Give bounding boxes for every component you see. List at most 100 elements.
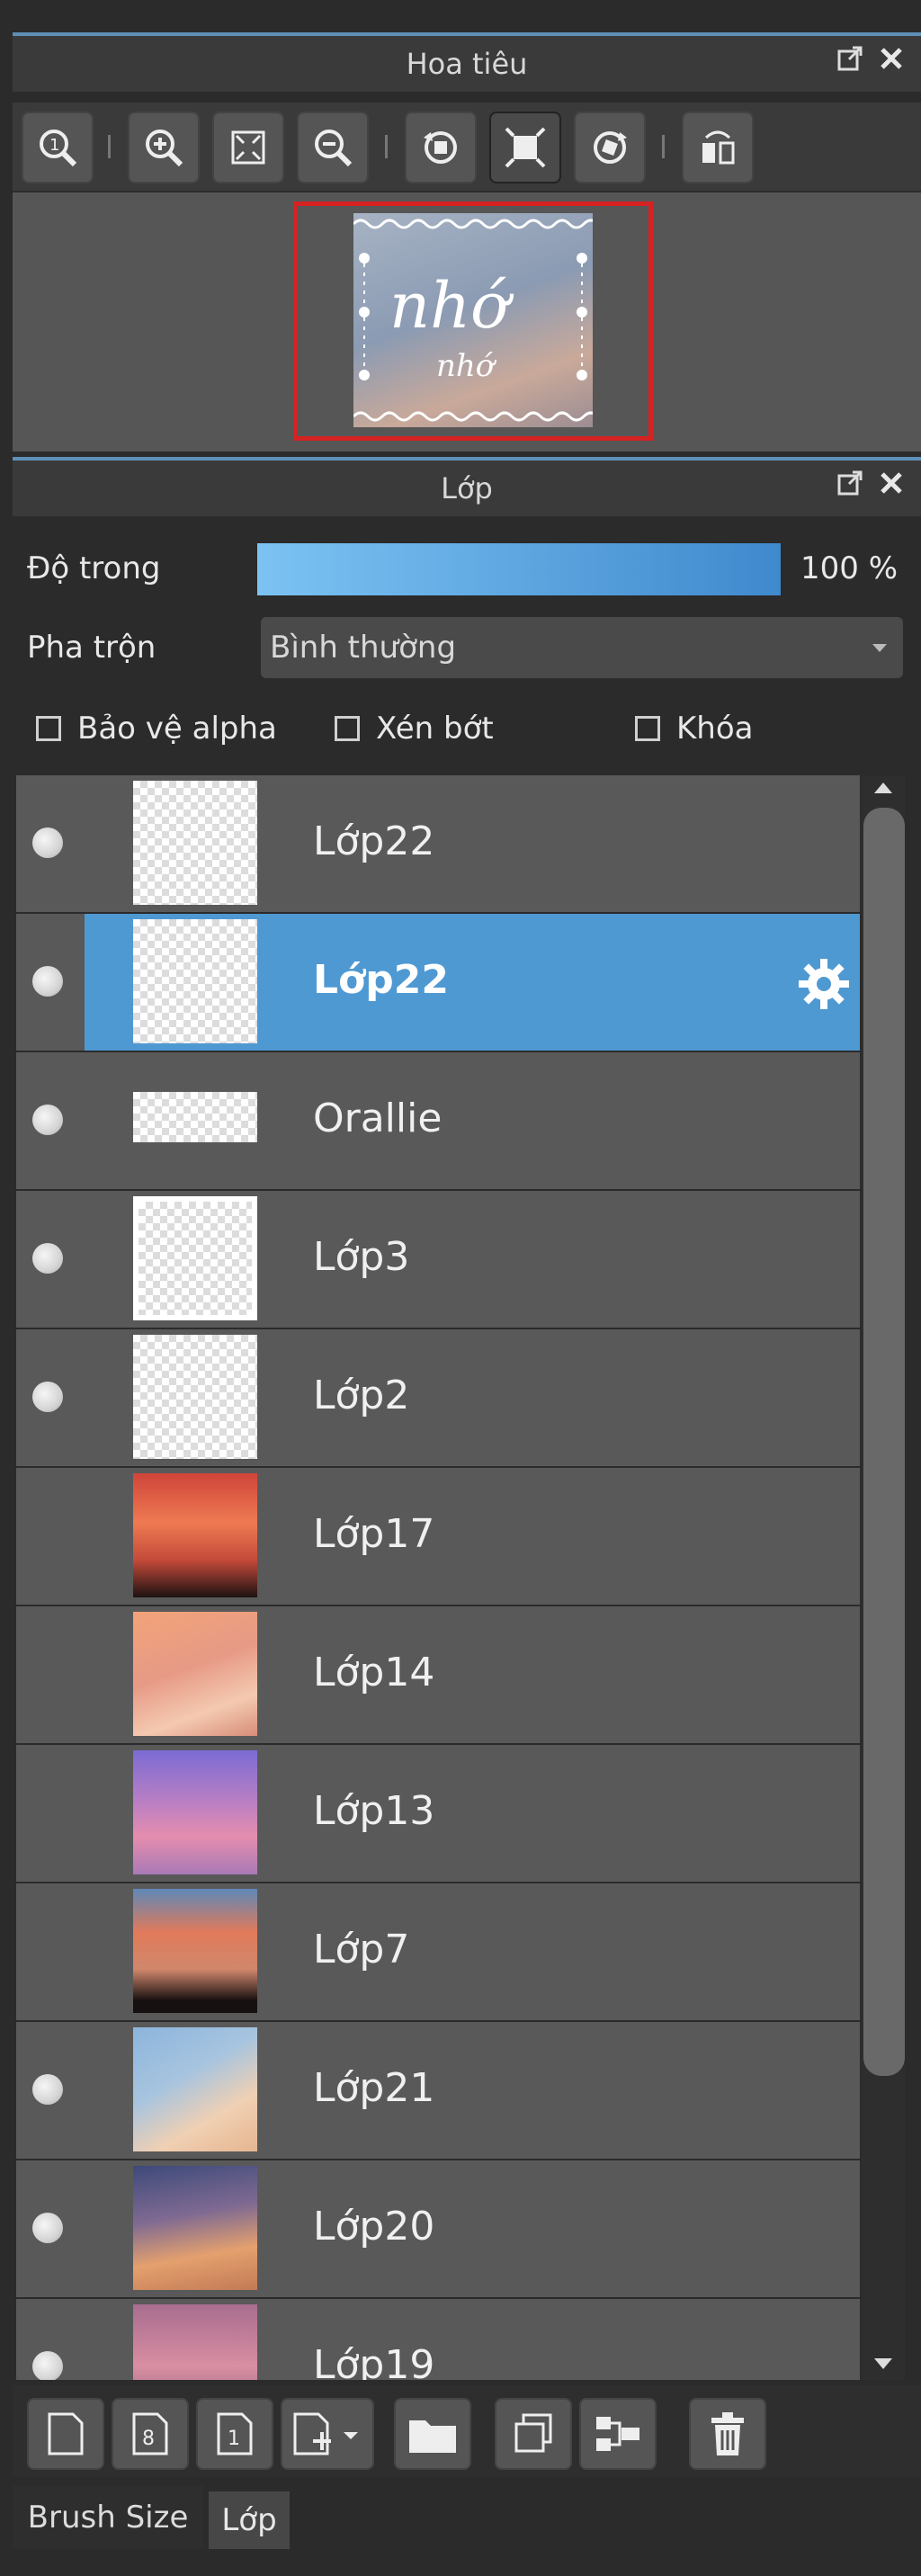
layer-thumbnail (133, 1473, 257, 1597)
tab-label: Brush Size (27, 2500, 189, 2536)
layer-thumbnail (133, 2304, 257, 2380)
layer-row[interactable]: Lớp20 (16, 2160, 860, 2297)
opacity-slider[interactable] (255, 541, 782, 597)
visibility-icon[interactable] (32, 1105, 63, 1135)
duplicate-layer-icon (514, 2413, 552, 2453)
new-folder-icon (409, 2420, 456, 2453)
close-icon[interactable] (878, 45, 905, 72)
layer-name: Orallie (313, 1096, 443, 1141)
new-1bit-layer-button[interactable]: 1 (196, 2398, 273, 2470)
layer-actions-toolbar: 8 1 (13, 2385, 921, 2477)
fit-screen-button[interactable] (212, 112, 284, 183)
layer-row[interactable]: Lớp19 (16, 2299, 860, 2380)
layers-title: Lớp (441, 471, 493, 505)
layer-thumbnail (133, 781, 257, 905)
merge-down-button[interactable] (579, 2398, 657, 2470)
layer-row[interactable]: Lớp7 (16, 1883, 860, 2020)
scroll-up-icon[interactable] (872, 781, 894, 795)
new-layer-icon (48, 2412, 84, 2455)
zoom-actual-button[interactable]: 1 (22, 112, 94, 183)
gear-icon[interactable] (795, 955, 853, 1013)
visibility-icon[interactable] (32, 1382, 63, 1412)
duplicate-layer-button[interactable] (495, 2398, 572, 2470)
preview-text-main: nhớ (389, 269, 509, 343)
navigator-panel-header: Hoa tiêu (13, 32, 921, 92)
popout-icon[interactable] (836, 470, 863, 496)
scroll-down-icon[interactable] (872, 2357, 894, 2371)
new-folder-button[interactable] (394, 2398, 471, 2470)
add-layer-menu-button[interactable] (281, 2398, 374, 2470)
layer-name: Lớp13 (313, 1788, 435, 1834)
visibility-icon[interactable] (32, 1243, 63, 1274)
layer-row[interactable]: Lớp17 (16, 1468, 860, 1605)
layers-panel-header: Lớp (13, 457, 921, 516)
layer-name: Lớp22 (313, 957, 449, 1003)
delete-layer-button[interactable] (689, 2398, 766, 2470)
rotate-left-button[interactable] (405, 112, 477, 183)
protect-alpha-checkbox[interactable]: Bảo vệ alpha (36, 711, 277, 747)
rotate-right-button[interactable] (574, 112, 646, 183)
layer-name: Lớp3 (313, 1234, 410, 1280)
lock-checkbox[interactable]: Khóa (635, 711, 753, 747)
layer-name: Lớp14 (313, 1650, 435, 1695)
blend-mode-value: Bình thường (270, 630, 457, 666)
layer-row[interactable]: Lớp22 (16, 775, 860, 912)
popout-icon[interactable] (836, 45, 863, 72)
layer-list[interactable]: Lớp22 Lớp22 Orallie Lớp3 Lớp2 Lớp17 Lớp1… (16, 775, 860, 2380)
add-layer-menu-icon (293, 2412, 358, 2455)
layer-row[interactable]: Lớp2 (16, 1329, 860, 1466)
zoom-in-button[interactable] (128, 112, 200, 183)
svg-text:1: 1 (49, 136, 59, 155)
layer-name: Lớp22 (313, 818, 435, 864)
clipping-label: Xén bớt (376, 711, 494, 747)
tab-label: Lớp (221, 2502, 277, 2538)
checkbox-box (36, 716, 61, 741)
zoom-out-icon (315, 130, 353, 167)
viewport-frame[interactable]: nhớ nhớ (293, 201, 653, 441)
checkbox-box (635, 716, 660, 741)
layer-thumbnail (133, 919, 257, 1043)
layer-thumbnail (133, 1750, 257, 1874)
fit-window-icon (505, 127, 546, 168)
new-8bit-layer-button[interactable]: 8 (112, 2398, 189, 2470)
layer-thumbnail (133, 1092, 257, 1142)
layer-row[interactable]: Lớp3 (16, 1191, 860, 1328)
visibility-icon[interactable] (32, 966, 63, 997)
preview-text-sub: nhớ (436, 348, 495, 384)
visibility-icon[interactable] (32, 827, 63, 858)
svg-text:1: 1 (228, 2428, 240, 2450)
scrollbar-thumb[interactable] (863, 808, 905, 2076)
merge-down-icon (596, 2417, 639, 2451)
navigator-toolbar: 1 (13, 103, 921, 191)
layer-row[interactable]: Lớp21 (16, 2022, 860, 2159)
layer-row-selected[interactable]: Lớp22 (16, 914, 860, 1051)
fit-window-button[interactable] (489, 112, 561, 183)
visibility-icon[interactable] (32, 2074, 63, 2105)
zoom-out-button[interactable] (297, 112, 369, 183)
clipping-checkbox[interactable]: Xén bớt (335, 711, 494, 747)
layer-name: Lớp21 (313, 2065, 435, 2111)
navigator-preview-area: nhớ nhớ (13, 192, 921, 452)
visibility-icon[interactable] (32, 2213, 63, 2243)
zoom-in-icon (146, 130, 183, 167)
layer-name: Lớp2 (313, 1373, 410, 1418)
protect-alpha-label: Bảo vệ alpha (77, 711, 277, 747)
new-1bit-layer-icon: 1 (217, 2412, 253, 2455)
flip-button[interactable] (682, 112, 754, 183)
blend-mode-select[interactable]: Bình thường (261, 617, 903, 678)
visibility-icon[interactable] (32, 2351, 63, 2380)
layer-name: Lớp17 (313, 1511, 435, 1557)
delete-layer-icon (711, 2412, 744, 2455)
new-layer-button[interactable] (27, 2398, 104, 2470)
layer-row[interactable]: Lớp14 (16, 1606, 860, 1743)
opacity-label: Độ trong (27, 550, 161, 586)
layer-row[interactable]: Orallie (16, 1052, 860, 1189)
layer-thumbnail (133, 1612, 257, 1736)
tab-layers[interactable]: Lớp (209, 2491, 290, 2549)
lock-label: Khóa (676, 711, 754, 747)
tab-brush-size[interactable]: Brush Size (13, 2486, 203, 2549)
close-icon[interactable] (878, 470, 905, 496)
layer-thumbnail (133, 1889, 257, 2013)
layer-row[interactable]: Lớp13 (16, 1745, 860, 1882)
layer-thumbnail (133, 1335, 257, 1459)
